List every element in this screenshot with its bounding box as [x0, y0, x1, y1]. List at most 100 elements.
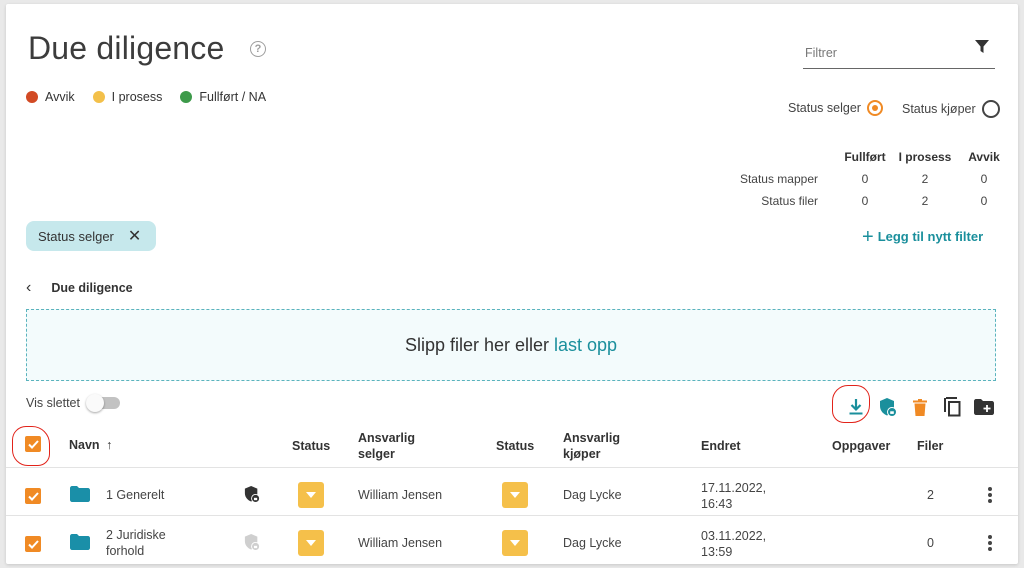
filter-funnel-icon[interactable] — [975, 40, 989, 59]
header-label: kjøper — [563, 447, 601, 461]
green-dot-icon — [180, 91, 193, 103]
status-seller-dropdown[interactable] — [298, 482, 324, 508]
show-deleted-toggle[interactable]: Vis slettet — [26, 394, 120, 412]
status-seller-label: Status selger — [788, 101, 861, 115]
red-dot-icon — [26, 91, 38, 103]
stats-header: I prosess — [898, 150, 952, 164]
row-name[interactable]: 1 Generelt — [106, 488, 164, 502]
responsible-buyer: Dag Lycke — [563, 488, 622, 502]
column-header-responsible-seller[interactable]: Ansvarlig selger — [358, 430, 415, 462]
stats-header: Avvik — [968, 150, 1000, 164]
changed-time: 16:43 — [701, 497, 733, 511]
column-header-changed[interactable]: Endret — [701, 439, 741, 453]
stats-row-label: Status filer — [761, 194, 818, 208]
changed-date: 03.11.2022, — [701, 529, 767, 543]
due-diligence-card: Due diligence ? Avvik I prosess Fullført… — [6, 4, 1018, 564]
filter-placeholder: Filtrer — [805, 46, 837, 60]
row-name-line: forhold — [106, 544, 145, 558]
filter-input[interactable]: Filtrer — [803, 40, 995, 69]
toggle-switch[interactable] — [85, 394, 120, 412]
more-vert-icon[interactable] — [988, 533, 992, 553]
legend-label: Avvik — [45, 90, 75, 104]
responsible-buyer: Dag Lycke — [563, 536, 622, 550]
radio-unselected-icon[interactable] — [981, 100, 1000, 118]
chevron-left-icon[interactable]: ‹ — [26, 279, 31, 297]
column-header-status-seller[interactable]: Status — [292, 439, 330, 453]
header-label: Navn — [69, 438, 100, 452]
breadcrumb: ‹ Due diligence — [24, 279, 133, 297]
header-label: Ansvarlig — [358, 431, 415, 445]
shield-lock-icon[interactable] — [872, 395, 904, 419]
table-row[interactable]: 1 Generelt William Jensen Dag Lycke 17.1… — [6, 468, 1018, 515]
status-buyer-label: Status kjøper — [902, 102, 976, 116]
page-title: Due diligence — [28, 30, 225, 66]
row-checkbox[interactable] — [25, 488, 41, 504]
file-count: 2 — [927, 488, 934, 502]
column-header-tasks[interactable]: Oppgaver — [832, 439, 890, 453]
stats-row-label: Status mapper — [739, 172, 818, 186]
column-header-status-buyer[interactable]: Status — [496, 439, 534, 453]
select-all-checkbox[interactable] — [25, 436, 41, 452]
folder-icon — [70, 486, 90, 505]
status-seller-dropdown[interactable] — [298, 530, 324, 556]
help-icon[interactable]: ? — [250, 41, 266, 57]
table-row[interactable]: 2 Juridiske forhold William Jensen Dag L… — [6, 516, 1018, 563]
shield-lock-icon[interactable] — [244, 533, 260, 554]
stats-value: 0 — [861, 172, 869, 186]
add-filter-button[interactable]: + Legg til nytt filter — [862, 225, 984, 248]
chip-label: Status selger — [38, 228, 114, 244]
legend-item-fullfort: Fullført / NA — [180, 90, 266, 104]
active-filter-chip[interactable]: Status selger ✕ — [26, 221, 156, 251]
responsible-seller: William Jensen — [358, 488, 443, 502]
close-icon[interactable]: ✕ — [128, 226, 141, 246]
changed-time: 13:59 — [701, 545, 733, 559]
stats-value: 2 — [921, 194, 929, 208]
stats-value: 2 — [921, 172, 929, 186]
legend-item-avvik: Avvik — [26, 90, 75, 104]
radio-selected-icon[interactable] — [866, 100, 883, 116]
stats-header: Fullført — [844, 150, 886, 164]
changed-timestamp: 17.11.2022, 16:43 — [701, 480, 766, 512]
changed-date: 17.11.2022, — [701, 481, 767, 495]
folder-icon — [70, 534, 90, 553]
legend-label: Fullført / NA — [199, 90, 267, 104]
status-legend: Avvik I prosess Fullført / NA — [26, 90, 284, 104]
row-name[interactable]: 2 Juridiske forhold — [106, 527, 166, 559]
stats-value: 0 — [980, 172, 988, 186]
status-seller-radio[interactable]: Status selger — [788, 100, 883, 116]
stats-value: 0 — [861, 194, 869, 208]
breadcrumb-label[interactable]: Due diligence — [51, 281, 132, 295]
add-filter-label: Legg til nytt filter — [877, 229, 984, 244]
annotation-circle — [832, 385, 870, 423]
column-header-responsible-buyer[interactable]: Ansvarlig kjøper — [563, 430, 620, 462]
header-label: Ansvarlig — [563, 431, 620, 445]
legend-item-i-prosess: I prosess — [92, 90, 163, 104]
status-buyer-radio[interactable]: Status kjøper — [902, 100, 1000, 118]
changed-timestamp: 03.11.2022, 13:59 — [701, 528, 766, 560]
row-checkbox[interactable] — [25, 536, 41, 552]
status-summary-table: Fullført I prosess Avvik Status mapper 0… — [726, 146, 1012, 212]
status-buyer-dropdown[interactable] — [502, 530, 528, 556]
row-name-line: 2 Juridiske — [106, 528, 166, 542]
file-drop-zone[interactable]: Slipp filer her eller last opp — [26, 309, 996, 381]
column-header-files[interactable]: Filer — [917, 439, 943, 453]
plus-icon: + — [862, 225, 874, 248]
file-count: 0 — [927, 536, 934, 550]
show-deleted-label: Vis slettet — [26, 396, 80, 410]
yellow-dot-icon — [92, 91, 105, 103]
table-header: Navn ↑ Status Ansvarlig selger Status An… — [6, 426, 1018, 466]
trash-icon[interactable] — [904, 395, 936, 419]
responsible-seller: William Jensen — [358, 536, 443, 550]
copy-icon[interactable] — [936, 395, 968, 419]
stats-value: 0 — [980, 194, 988, 208]
shield-lock-icon[interactable] — [244, 485, 260, 506]
upload-link[interactable]: last opp — [554, 335, 617, 356]
drop-text: Slipp filer her eller — [404, 334, 549, 355]
column-header-name[interactable]: Navn ↑ — [69, 438, 112, 452]
arrow-up-icon: ↑ — [106, 438, 113, 452]
status-buyer-dropdown[interactable] — [502, 482, 528, 508]
folder-plus-icon[interactable] — [968, 395, 1000, 419]
header-label: selger — [358, 447, 395, 461]
legend-label: I prosess — [111, 90, 163, 104]
more-vert-icon[interactable] — [988, 485, 992, 505]
